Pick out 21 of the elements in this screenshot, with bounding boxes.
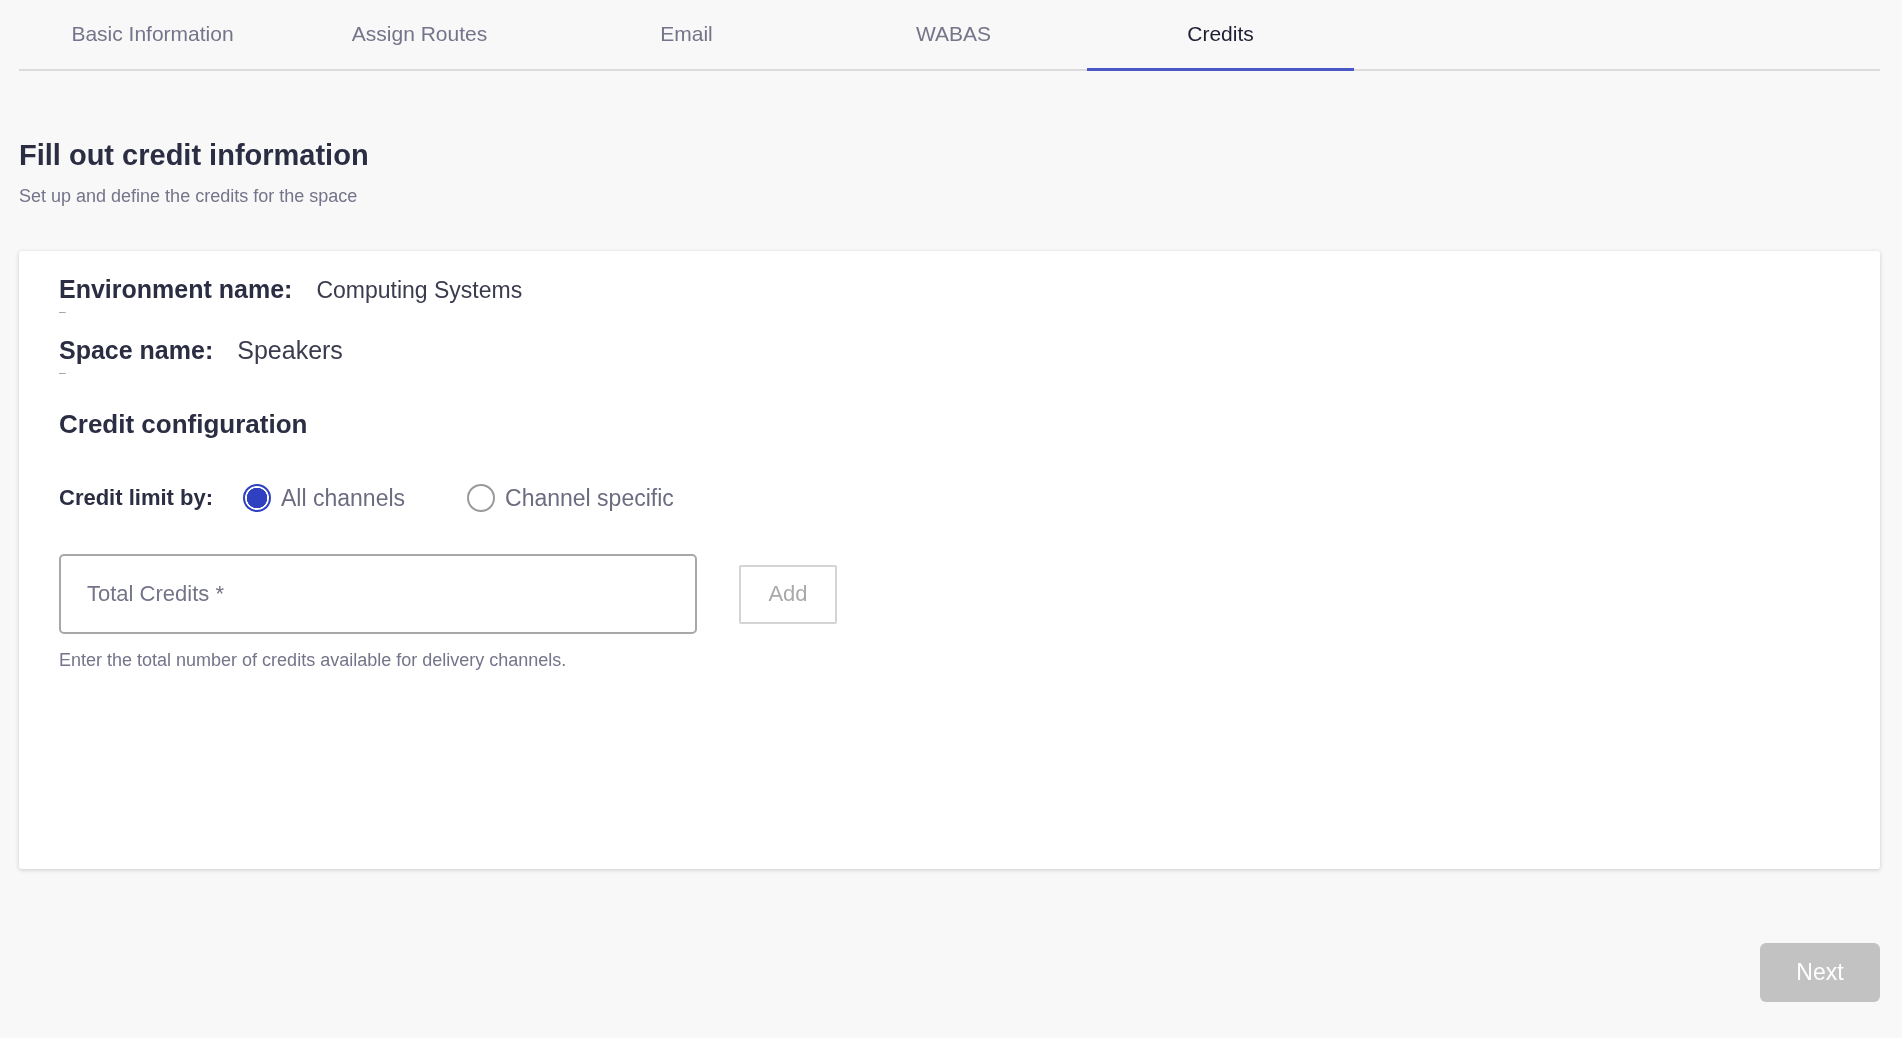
- tab[interactable]: Assign Routes: [286, 0, 553, 71]
- helper-text: Enter the total number of credits available for delivery channels.: [59, 650, 568, 671]
- page-subtitle: Set up and define the credits for the space: [19, 186, 359, 207]
- tab[interactable]: Email: [553, 0, 820, 71]
- dash-mark: –: [59, 367, 66, 379]
- total-credits-field[interactable]: Total Credits *: [59, 554, 697, 634]
- tab[interactable]: Basic Information: [19, 0, 286, 71]
- tab[interactable]: WABAS: [820, 0, 1087, 71]
- detail-label: Space name:: [59, 336, 214, 365]
- page-title: Fill out credit information: [19, 139, 370, 172]
- radio-label[interactable]: All channels: [281, 484, 406, 512]
- tab[interactable]: Credits: [1087, 0, 1354, 71]
- radio-label[interactable]: Channel specific: [505, 484, 674, 512]
- credit-limit-label: Credit limit by:: [59, 485, 213, 511]
- detail-value: Computing Systems: [316, 277, 523, 304]
- detail-value: Speakers: [237, 336, 343, 365]
- dash-mark: –: [59, 306, 66, 318]
- section-title: Credit configuration: [59, 409, 309, 440]
- radio-button[interactable]: [467, 484, 496, 512]
- detail-label: Environment name:: [59, 275, 293, 304]
- radio-button[interactable]: [243, 484, 271, 512]
